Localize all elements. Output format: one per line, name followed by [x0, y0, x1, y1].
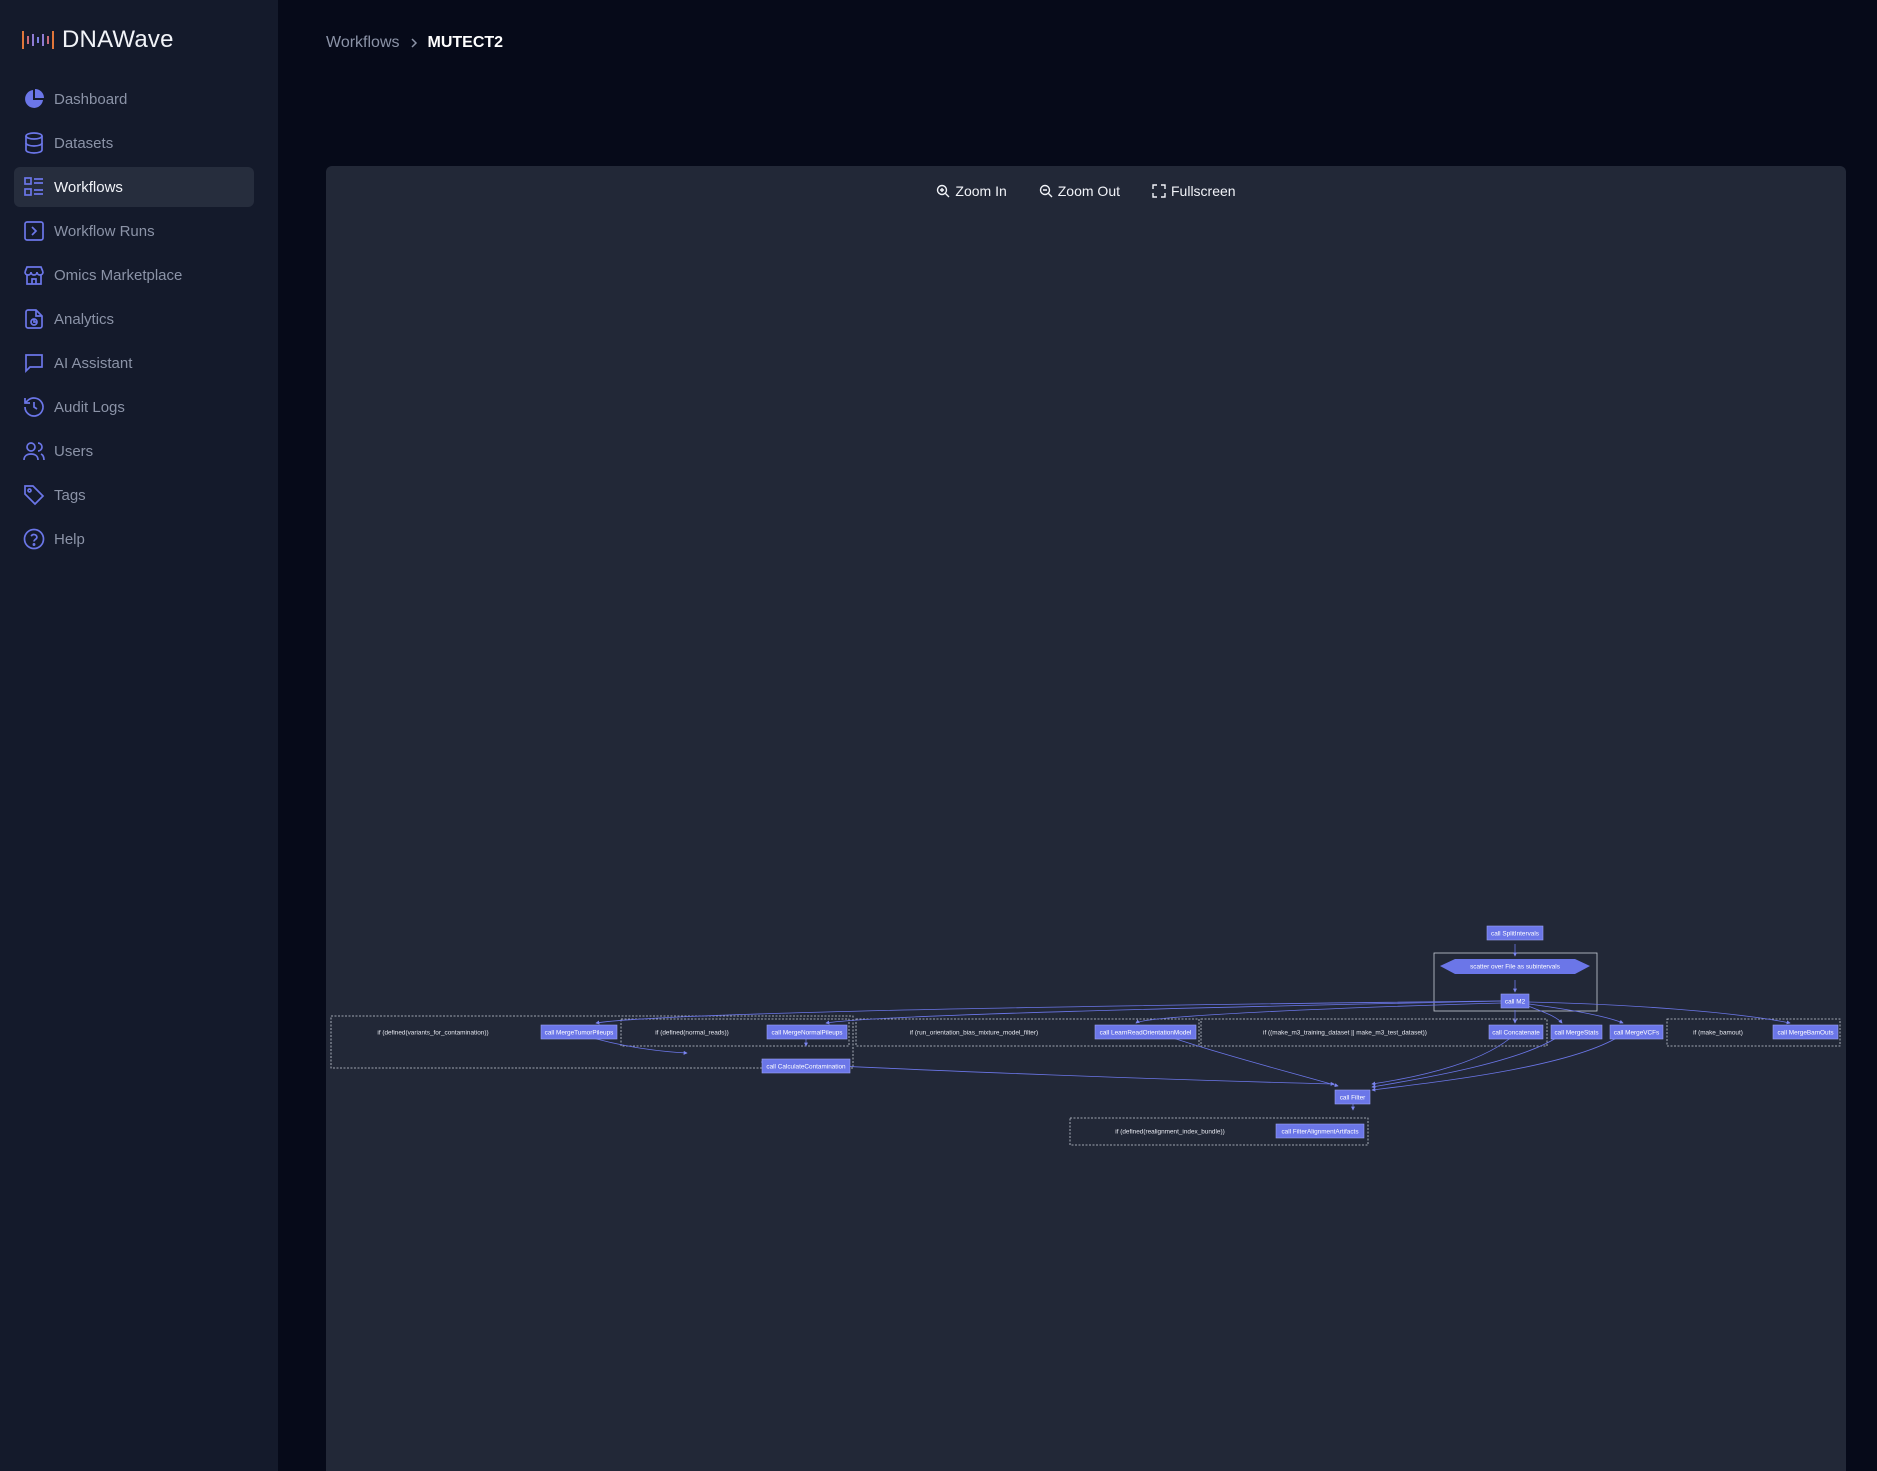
page-title: MUTECT2 [427, 34, 504, 51]
node-label: call Concatenate [1492, 1030, 1540, 1037]
workflow-list-icon [21, 174, 47, 200]
workflow-graph[interactable]: call SplitIntervals scatter over File as… [326, 166, 1846, 1471]
node-label: call M2 [1505, 999, 1526, 1006]
node-label: call MergeNormalPileups [771, 1030, 842, 1037]
condition-label: if (defined(realignment_index_bundle)) [1115, 1129, 1224, 1136]
sidebar-item-dashboard[interactable]: Dashboard [14, 79, 254, 119]
condition-label: if (defined(variants_for_contamination)) [377, 1030, 488, 1037]
chevron-right-icon [409, 37, 419, 49]
sidebar: DNAWave Dashboard Datasets Workflows Wor… [0, 0, 278, 1471]
sidebar-item-label: AI Assistant [54, 354, 133, 372]
pie-chart-icon [21, 86, 47, 112]
condition-label: if (make_bamout) [1693, 1030, 1743, 1037]
graph-edge [1528, 1003, 1624, 1024]
condition-label: if ((make_m3_training_dataset || make_m3… [1263, 1030, 1427, 1037]
sidebar-item-label: Workflows [54, 178, 123, 196]
sidebar-item-label: Tags [54, 486, 86, 504]
sidebar-item-datasets[interactable]: Datasets [14, 123, 254, 163]
sidebar-item-label: Audit Logs [54, 398, 125, 416]
graph-edge [1527, 1005, 1563, 1024]
condition-label: if (run_orientation_bias_mixture_model_f… [910, 1030, 1038, 1037]
sidebar-item-analytics[interactable]: Analytics [14, 299, 254, 339]
sidebar-item-omics-marketplace[interactable]: Omics Marketplace [14, 255, 254, 295]
breadcrumb: Workflows MUTECT2 [326, 34, 503, 52]
terminal-icon [21, 218, 47, 244]
breadcrumb-workflows-link[interactable]: Workflows [326, 34, 400, 52]
sidebar-item-label: Analytics [54, 310, 115, 328]
sidebar-item-workflow-runs[interactable]: Workflow Runs [14, 211, 254, 251]
node-label: call MergeVCFs [1614, 1030, 1659, 1037]
help-icon [21, 526, 47, 552]
app-logo[interactable]: DNAWave [22, 26, 174, 54]
graph-edge [1135, 1002, 1503, 1024]
database-icon [21, 130, 47, 156]
sidebar-item-label: Datasets [54, 134, 114, 152]
sidebar-item-label: Omics Marketplace [54, 266, 183, 284]
store-icon [21, 262, 47, 288]
sidebar-item-tags[interactable]: Tags [14, 475, 254, 515]
node-label: call LearnReadOrientationModel [1100, 1030, 1192, 1037]
analytics-icon [21, 306, 47, 332]
node-label: call FilterAlignmentArtifacts [1281, 1129, 1358, 1136]
condition-label: if (defined(normal_reads)) [655, 1030, 729, 1037]
node-label: call SplitIntervals [1491, 931, 1539, 938]
graph-edge [1528, 1001, 1791, 1025]
graph-edge [825, 1000, 1502, 1025]
workflow-graph-panel: Zoom In Zoom Out Fullscreen call SplitIn… [326, 166, 1846, 1471]
users-icon [21, 438, 47, 464]
node-label: scatter over File as subintervals [1470, 964, 1560, 971]
logo-waveform-icon [22, 31, 54, 49]
node-label: call Filter [1340, 1095, 1366, 1102]
sidebar-item-help[interactable]: Help [14, 519, 254, 559]
graph-edge [1160, 1033, 1339, 1087]
node-label: call MergeStats [1554, 1030, 1598, 1037]
history-icon [21, 394, 47, 420]
sidebar-item-ai-assistant[interactable]: AI Assistant [14, 343, 254, 383]
sidebar-item-label: Users [54, 442, 94, 460]
sidebar-item-audit-logs[interactable]: Audit Logs [14, 387, 254, 427]
tag-icon [21, 482, 47, 508]
sidebar-item-label: Help [54, 530, 85, 548]
sidebar-item-label: Dashboard [54, 90, 128, 108]
sidebar-item-label: Workflow Runs [54, 222, 155, 240]
sidebar-item-workflows[interactable]: Workflows [14, 167, 254, 207]
sidebar-item-users[interactable]: Users [14, 431, 254, 471]
graph-edge [1371, 1033, 1624, 1092]
app-name: DNAWave [62, 26, 174, 53]
node-label: call MergeBamOuts [1777, 1030, 1833, 1037]
node-label: call MergeTumorPileups [545, 1030, 614, 1037]
graph-edge [1371, 1033, 1516, 1086]
node-label: call CalculateContamination [766, 1064, 846, 1071]
chat-icon [21, 350, 47, 376]
